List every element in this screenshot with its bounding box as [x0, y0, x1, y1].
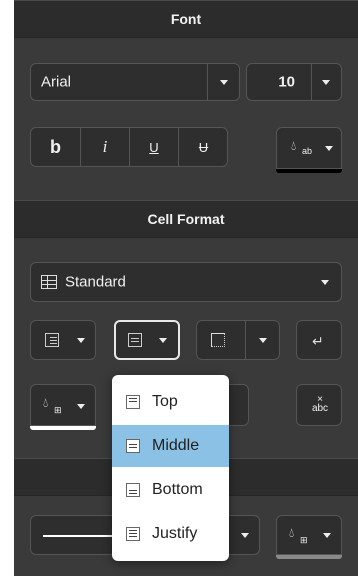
align-bottom-icon	[126, 483, 140, 497]
hidden-control[interactable]	[229, 384, 249, 426]
vertical-align-button[interactable]	[114, 320, 180, 360]
cell-format-section-title: Cell Format	[147, 211, 225, 227]
font-size-select[interactable]: 10	[246, 63, 342, 101]
cell-format-section-header: Cell Format	[14, 200, 358, 238]
clear-format-icon: × abc	[311, 394, 329, 414]
strikethrough-icon: U	[198, 139, 209, 155]
align-right-icon	[45, 333, 59, 347]
menu-item-bottom[interactable]: Bottom	[112, 469, 229, 511]
text-color-swatch	[276, 169, 342, 173]
borders-icon	[211, 333, 225, 347]
fill-grid-icon: ⊞	[54, 405, 62, 415]
fill-color-icon: 💧︎	[43, 395, 49, 410]
chevron-down-icon	[322, 80, 330, 85]
font-family-select[interactable]: Arial	[30, 63, 240, 101]
menu-item-label: Top	[152, 393, 178, 410]
text-color-icon: 💧︎	[291, 138, 297, 153]
chevron-down-icon	[321, 280, 329, 285]
font-style-group: b i U U	[30, 127, 228, 167]
font-family-value: Arial	[41, 73, 72, 91]
font-section-title: Font	[170, 11, 202, 27]
align-middle-icon	[128, 333, 142, 347]
border-grid-icon: ⊞	[300, 535, 308, 545]
clear-format-button[interactable]: × abc	[296, 384, 342, 426]
bold-button[interactable]: b	[31, 128, 80, 166]
horizontal-align-button[interactable]	[30, 320, 96, 360]
border-color-icon: 💧︎	[289, 525, 295, 540]
menu-item-justify[interactable]: Justify	[112, 513, 229, 555]
strikethrough-button[interactable]: U	[179, 128, 228, 166]
border-color-swatch	[276, 555, 342, 559]
italic-icon: i	[102, 137, 108, 156]
vertical-align-menu: Top Middle Bottom Justify	[112, 375, 229, 561]
font-section-header: Font	[14, 0, 358, 38]
wrap-text-button[interactable]: ↵	[296, 320, 342, 360]
menu-item-middle[interactable]: Middle	[112, 425, 229, 467]
table-grid-icon	[41, 275, 57, 289]
chevron-down-icon	[220, 80, 228, 85]
fill-color-swatch	[30, 426, 96, 430]
number-format-select[interactable]: Standard	[30, 262, 342, 302]
text-color-sub: ab	[302, 146, 313, 156]
number-format-value: Standard	[65, 273, 126, 291]
align-top-icon	[126, 395, 140, 409]
italic-button[interactable]: i	[81, 128, 129, 166]
chevron-down-icon	[77, 404, 85, 409]
chevron-down-icon	[77, 338, 85, 343]
text-color-button[interactable]: 💧︎ ab	[276, 127, 342, 173]
menu-item-label: Middle	[152, 437, 200, 454]
font-size-value: 10	[278, 73, 295, 91]
borders-button[interactable]	[196, 320, 280, 360]
chevron-down-icon	[325, 146, 333, 151]
chevron-down-icon	[159, 338, 167, 343]
underline-button[interactable]: U	[130, 128, 178, 166]
chevron-down-icon	[241, 533, 249, 538]
chevron-down-icon	[259, 338, 267, 343]
cell-fill-button[interactable]: 💧︎ ⊞	[30, 384, 96, 430]
underline-icon: U	[149, 139, 159, 155]
menu-item-label: Justify	[152, 525, 198, 542]
chevron-down-icon	[323, 533, 331, 538]
border-color-button[interactable]: 💧︎ ⊞	[276, 515, 342, 559]
align-middle-icon	[126, 439, 140, 453]
wrap-text-icon: ↵	[312, 333, 324, 349]
bold-icon: b	[50, 136, 61, 157]
menu-item-label: Bottom	[152, 481, 203, 498]
menu-item-top[interactable]: Top	[112, 381, 229, 423]
align-justify-icon	[126, 527, 140, 541]
